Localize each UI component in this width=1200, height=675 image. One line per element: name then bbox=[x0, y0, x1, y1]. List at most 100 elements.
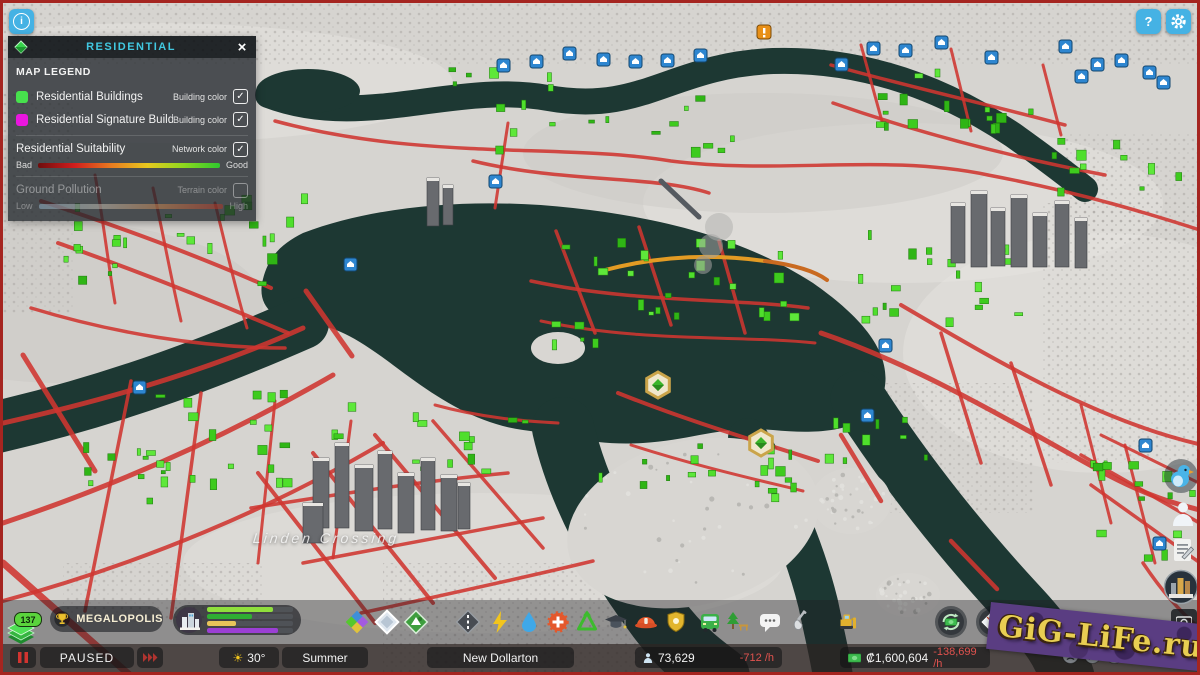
map-service-icon[interactable] bbox=[488, 174, 503, 189]
map-service-icon[interactable] bbox=[1058, 39, 1073, 54]
tool-education-button[interactable] bbox=[603, 609, 629, 635]
map-service-icon[interactable] bbox=[343, 257, 358, 272]
signature-building-marker[interactable] bbox=[748, 428, 774, 458]
green-swatch bbox=[16, 90, 28, 103]
checkbox-checked[interactable]: ✓ bbox=[233, 141, 248, 157]
tool-police-button[interactable] bbox=[663, 609, 689, 635]
map-service-icon[interactable] bbox=[562, 46, 577, 61]
treasury-value: ₡1,600,604 bbox=[866, 650, 929, 665]
speed-control-button[interactable] bbox=[137, 647, 163, 668]
map-service-icon[interactable] bbox=[1142, 65, 1157, 80]
season-widget[interactable]: Summer bbox=[282, 647, 368, 668]
suitability-scale: Bad Good bbox=[16, 160, 248, 170]
tool-communications-button[interactable] bbox=[757, 609, 783, 635]
legend-row-pollution: Ground Pollution Terrain color bbox=[16, 181, 248, 199]
journal-button[interactable] bbox=[1171, 537, 1195, 568]
map-service-icon[interactable] bbox=[1090, 57, 1105, 72]
close-icon[interactable]: × bbox=[234, 40, 250, 55]
map-service-icon[interactable] bbox=[1114, 53, 1129, 68]
map-service-icon[interactable] bbox=[834, 57, 849, 72]
checkbox-unchecked[interactable] bbox=[233, 182, 248, 198]
milestone-level-badge: 137 bbox=[14, 612, 42, 627]
tool-areas-button[interactable] bbox=[374, 609, 400, 635]
map-service-icon[interactable] bbox=[1074, 69, 1089, 84]
tool-transportation-button[interactable] bbox=[697, 609, 723, 635]
info-button[interactable]: i bbox=[9, 9, 34, 34]
map-service-icon[interactable] bbox=[693, 48, 708, 63]
legend-row-suitability: Residential Suitability Network color ✓ bbox=[16, 140, 248, 158]
fire-rescue-icon bbox=[635, 617, 657, 629]
person-icon bbox=[1173, 502, 1193, 526]
tool-bulldozer-button[interactable] bbox=[835, 609, 861, 635]
map-service-icon[interactable] bbox=[898, 43, 913, 58]
map-service-icon[interactable] bbox=[132, 380, 147, 395]
transportation-icon bbox=[701, 614, 719, 632]
tool-parks-recreation-button[interactable] bbox=[725, 609, 751, 635]
chirper-button[interactable] bbox=[1163, 458, 1197, 499]
population-rate: -712 /h bbox=[739, 651, 774, 664]
zoning-icon bbox=[345, 610, 369, 634]
city-demand-icon bbox=[176, 607, 202, 633]
milestone-name-pill[interactable]: MEGALOPOLIS bbox=[50, 606, 163, 632]
tool-garbage-button[interactable] bbox=[574, 609, 600, 635]
map-alert-icon[interactable] bbox=[756, 24, 772, 40]
map-service-icon[interactable] bbox=[984, 50, 999, 65]
healthcare-icon bbox=[547, 611, 569, 633]
signature-building-marker[interactable] bbox=[645, 370, 671, 400]
tool-electricity-button[interactable] bbox=[487, 609, 513, 635]
settings-button[interactable] bbox=[1166, 9, 1191, 34]
water-sewage-icon bbox=[522, 612, 536, 632]
map-service-icon[interactable] bbox=[596, 52, 611, 67]
map-service-icon[interactable] bbox=[878, 338, 893, 353]
tool-fire-rescue-button[interactable] bbox=[633, 609, 659, 635]
tool-healthcare-button[interactable] bbox=[545, 609, 571, 635]
tool-roads-button[interactable] bbox=[455, 609, 481, 635]
money-icon bbox=[848, 653, 862, 662]
tool-water-sewage-button[interactable] bbox=[516, 609, 542, 635]
simulation-speed-state: PAUSED bbox=[40, 647, 134, 668]
map-service-icon[interactable] bbox=[860, 408, 875, 423]
electricity-icon bbox=[493, 611, 507, 633]
population-widget[interactable]: 73,629 -712 /h bbox=[635, 647, 782, 668]
map-service-icon[interactable] bbox=[660, 53, 675, 68]
pause-button[interactable] bbox=[10, 647, 36, 668]
milestone-name: MEGALOPOLIS bbox=[76, 613, 163, 625]
areas-icon bbox=[374, 609, 400, 635]
map-service-icon[interactable] bbox=[1156, 75, 1171, 90]
economy-icon bbox=[938, 609, 964, 635]
map-service-icon[interactable] bbox=[934, 35, 949, 50]
tool-landscaping-button[interactable] bbox=[403, 609, 429, 635]
map-service-icon[interactable] bbox=[628, 54, 643, 69]
bulldozer-icon bbox=[840, 614, 856, 629]
tool-zoning-button[interactable] bbox=[344, 609, 370, 635]
infoview-panel-residential: RESIDENTIAL × MAP LEGEND Residential Bui… bbox=[8, 36, 256, 221]
temperature-widget[interactable]: ☀ 30° bbox=[219, 647, 279, 668]
map-service-icon[interactable] bbox=[866, 41, 881, 56]
help-button[interactable]: ? bbox=[1136, 9, 1161, 34]
panel-header[interactable]: RESIDENTIAL × bbox=[8, 36, 256, 58]
city-name-pill[interactable]: New Dollarton bbox=[427, 647, 574, 668]
checkbox-checked[interactable]: ✓ bbox=[233, 112, 248, 127]
map-service-icon[interactable] bbox=[1152, 536, 1167, 551]
tool-economy-button[interactable] bbox=[935, 606, 967, 638]
pollution-gradient-bar bbox=[38, 203, 224, 209]
residential-gem-icon bbox=[14, 40, 28, 54]
game-window: Linden Crossing i ? RESIDENTIAL × MAP LE… bbox=[0, 0, 1200, 675]
treasury-widget[interactable]: ₡1,600,604 -138,699 /h bbox=[840, 646, 990, 670]
journal-icon bbox=[1174, 539, 1195, 561]
checkbox-checked[interactable]: ✓ bbox=[233, 89, 248, 104]
magenta-swatch bbox=[16, 113, 28, 126]
demand-widget[interactable] bbox=[173, 605, 301, 635]
tool-terraforming-button[interactable] bbox=[788, 609, 814, 635]
temperature-value: 30° bbox=[247, 650, 266, 665]
map-legend-title: MAP LEGEND bbox=[16, 66, 91, 78]
demand-bars bbox=[203, 605, 301, 635]
map-service-icon[interactable] bbox=[529, 54, 544, 69]
city-landmark-icon bbox=[1163, 569, 1197, 605]
trophy-icon bbox=[54, 611, 70, 627]
map-service-icon[interactable] bbox=[1138, 438, 1153, 453]
citizens-button[interactable] bbox=[1171, 501, 1195, 532]
chirper-bird-icon bbox=[1164, 459, 1197, 493]
landmarks-button[interactable] bbox=[1163, 569, 1197, 610]
map-service-icon[interactable] bbox=[496, 58, 511, 73]
